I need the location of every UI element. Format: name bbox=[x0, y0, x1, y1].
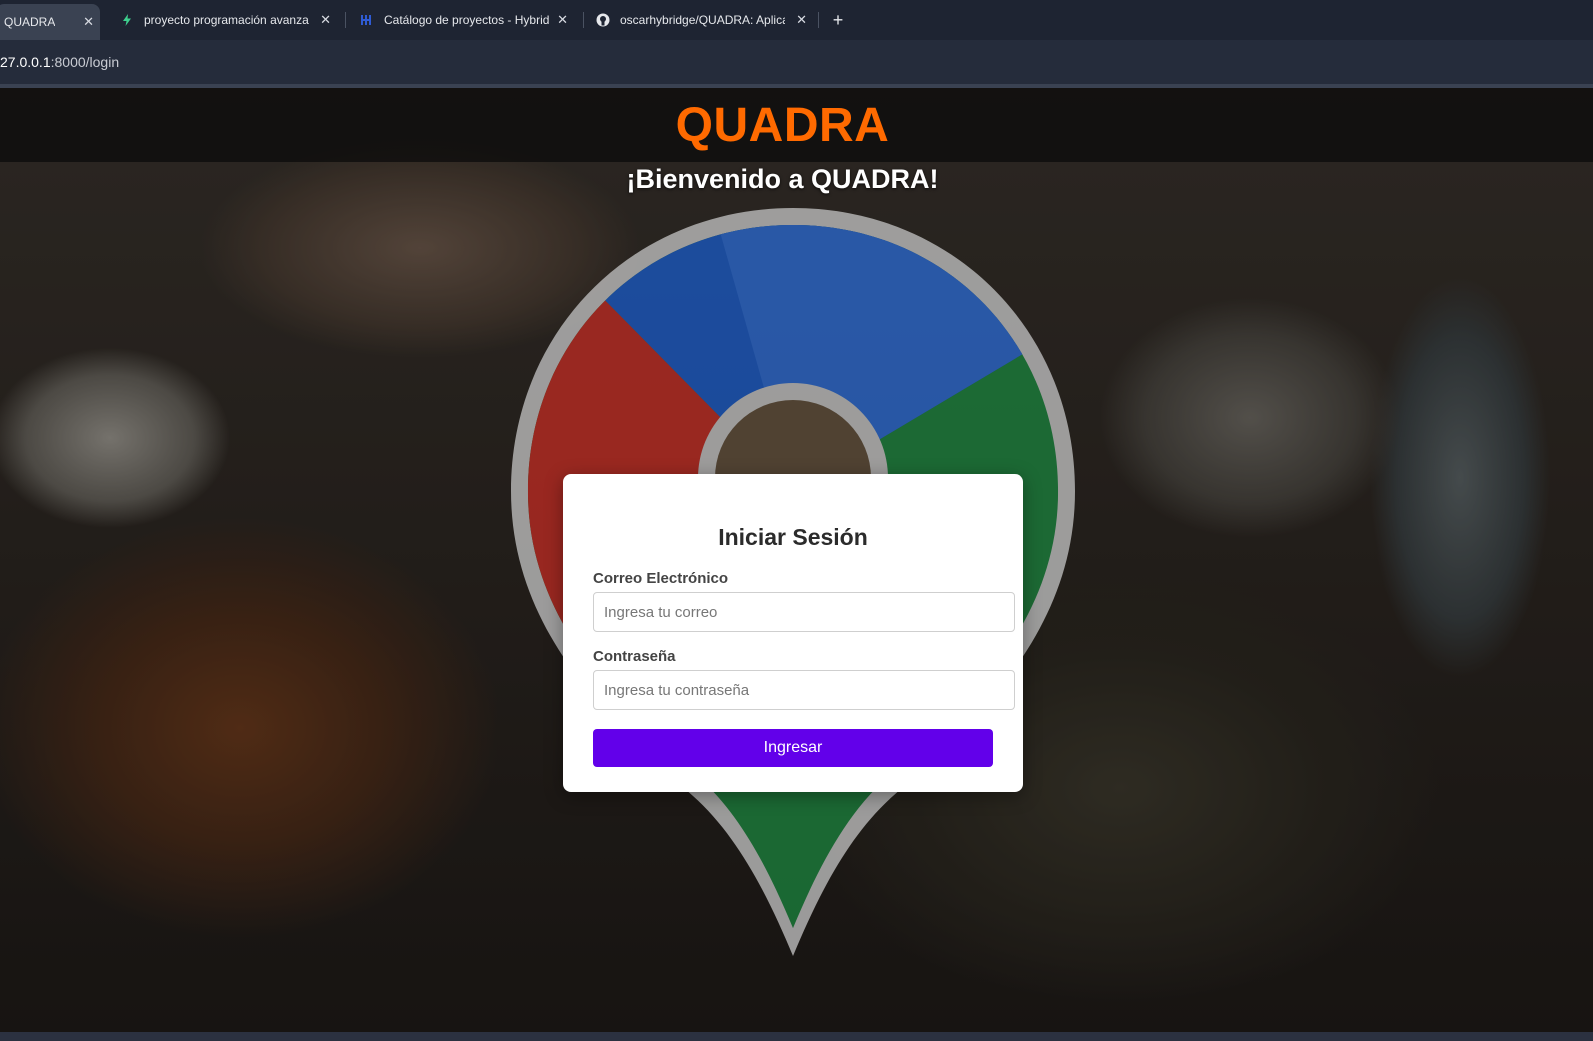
tab-separator bbox=[583, 12, 584, 28]
login-card: Iniciar Sesión Correo Electrónico Contra… bbox=[563, 474, 1023, 792]
status-bar bbox=[0, 1032, 1593, 1041]
site-header: QUADRA bbox=[0, 88, 1593, 162]
close-icon[interactable]: ✕ bbox=[557, 12, 568, 28]
hybridge-icon bbox=[360, 13, 374, 27]
tab-separator bbox=[818, 12, 819, 28]
browser-tab-bar: QUADRA ✕ proyecto programación avanzada … bbox=[0, 0, 1593, 40]
tab-title: oscarhybridge/QUADRA: Aplicación bbox=[620, 13, 785, 27]
new-tab-button[interactable]: + bbox=[826, 8, 850, 32]
email-field[interactable] bbox=[593, 592, 1015, 632]
login-submit-button[interactable]: Ingresar bbox=[593, 729, 993, 767]
tab-title: QUADRA bbox=[4, 15, 56, 29]
url-host: 27.0.0.1 bbox=[0, 54, 51, 70]
close-icon[interactable]: ✕ bbox=[796, 12, 807, 28]
url-path: :8000/login bbox=[50, 54, 120, 70]
tab-proyecto[interactable]: proyecto programación avanzada ✕ bbox=[112, 6, 337, 34]
tab-separator bbox=[345, 12, 346, 28]
tab-title: proyecto programación avanzada bbox=[144, 13, 309, 27]
github-icon bbox=[596, 13, 610, 27]
password-field[interactable] bbox=[593, 670, 1015, 710]
tab-github[interactable]: oscarhybridge/QUADRA: Aplicación ✕ bbox=[588, 6, 813, 34]
tab-title: Catálogo de proyectos - Hybridge bbox=[384, 13, 549, 27]
tab-catalogo[interactable]: Catálogo de proyectos - Hybridge ✕ bbox=[352, 6, 574, 34]
bolt-icon bbox=[120, 13, 134, 27]
tab-quadra[interactable]: QUADRA ✕ bbox=[0, 4, 100, 40]
brand-title: QUADRA bbox=[675, 98, 890, 152]
password-label: Contraseña bbox=[593, 648, 676, 665]
welcome-heading: ¡Bienvenido a QUADRA! bbox=[626, 164, 939, 194]
login-title: Iniciar Sesión bbox=[718, 524, 868, 550]
close-icon[interactable]: ✕ bbox=[83, 14, 94, 30]
address-bar[interactable]: 27.0.0.1:8000/login bbox=[0, 40, 1593, 88]
close-icon[interactable]: ✕ bbox=[320, 12, 331, 28]
email-label: Correo Electrónico bbox=[593, 570, 729, 587]
url-text[interactable]: 27.0.0.1:8000/login bbox=[0, 54, 119, 70]
page-background: QUADRA ¡Bienvenido a QUADRA! Iniciar Ses… bbox=[0, 88, 1593, 1032]
